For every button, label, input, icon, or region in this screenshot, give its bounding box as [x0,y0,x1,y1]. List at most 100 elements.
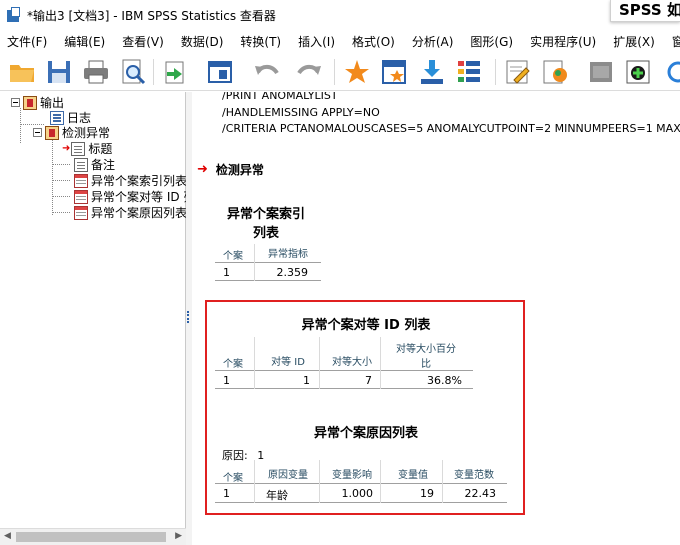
tree-node-title[interactable]: ➜ 标题 [62,141,112,156]
anomaly-index-table-title: 异常个案索引 列表 [216,203,316,241]
reason-label-line: 原因: 1 [222,447,264,463]
cell-case: 1 [223,266,230,279]
menu-graphs[interactable]: 图形(G) [463,33,523,50]
tree-node-notes[interactable]: 备注 [74,157,115,172]
save-icon[interactable] [45,58,73,86]
column-header: 对等 ID [271,357,305,368]
cell-reason-variable: 年龄 [266,489,288,502]
export-icon[interactable] [162,58,190,86]
insert-cases-icon[interactable] [418,58,446,86]
menu-bar: 文件(F) 编辑(E) 查看(V) 数据(D) 转换(T) 插入(I) 格式(O… [0,30,680,52]
tree-label-procedure: 检测异常 [62,126,111,140]
menu-insert[interactable]: 插入(I) [291,33,345,50]
popup-badge: SPSS 如 [610,0,680,22]
splitter-grip-icon [187,311,190,323]
cell-variable-value: 19 [420,487,434,500]
cell-case: 1 [223,374,230,387]
hide-icon[interactable] [587,58,615,86]
menu-transform[interactable]: 转换(T) [233,33,291,50]
print-preview-icon[interactable] [119,58,147,86]
tree-node-anomaly-reason[interactable]: 异常个案原因列表 [74,205,187,220]
table-icon [74,173,88,188]
syntax-line: /PRINT ANOMALYLIST [222,92,338,102]
table-icon [74,189,88,204]
current-item-arrow-icon: ➜ [197,162,208,177]
tree-node-anomaly-index[interactable]: 异常个案索引列表 [74,173,187,188]
scroll-right-arrow-icon[interactable]: ▶ [175,531,182,541]
cell-anomaly-index: 2.359 [276,266,309,279]
tree-label-title: 标题 [88,142,113,156]
current-item-arrow-icon: ➜ [62,143,71,154]
reason-table-title: 异常个案原因列表 [313,426,418,441]
column-header: 个案 [223,359,243,370]
scroll-left-arrow-icon[interactable]: ◀ [4,531,11,541]
designate-window-icon[interactable] [504,58,532,86]
tree-label-notes: 备注 [91,158,116,172]
cell-peer-pct: 36.8% [427,374,462,387]
tree-label-anomaly-index: 异常个案索引列表 [91,174,188,188]
insert-item-icon[interactable] [662,58,680,86]
output-content: /PRINT ANOMALYLIST /HANDLEMISSING APPLY=… [192,92,680,545]
menu-data[interactable]: 数据(D) [174,33,234,50]
spss-app-icon [6,7,22,23]
navigator-horizontal-scrollbar[interactable]: ◀ ▶ [0,528,186,545]
run-script-icon[interactable] [541,58,569,86]
tree-node-anomaly-peer[interactable]: 异常个案对等 ID 列 [74,189,195,204]
tree-label-output: 输出 [40,96,65,110]
goto-data-icon[interactable] [206,58,234,86]
cell-peer-size: 7 [365,374,372,387]
tree-node-detect-anomaly[interactable]: 检测异常 [33,125,110,140]
menu-extensions[interactable]: 扩展(X) [606,33,665,50]
menu-view[interactable]: 查看(V) [115,33,174,50]
procedure-book-icon [45,125,59,140]
notes-doc-icon [74,157,88,172]
menu-analyze[interactable]: 分析(A) [405,33,464,50]
column-header: 个案 [223,251,243,262]
scrollbar-thumb[interactable] [16,532,166,542]
syntax-line: /CRITERIA PCTANOMALOUSCASES=5 ANOMALYCUT… [222,122,680,135]
title-line: 异常个案索引 [226,207,305,222]
variable-list-icon[interactable] [455,58,483,86]
column-header: 异常指标 [268,249,308,260]
cell-variable-norm: 22.43 [464,487,497,500]
peer-id-table-title: 异常个案对等 ID 列表 [301,318,431,333]
tree-label-anomaly-peer: 异常个案对等 ID 列 [91,190,196,204]
goto-case-icon[interactable] [343,58,371,86]
collapse-toggle[interactable] [33,128,42,137]
log-icon [50,110,64,125]
column-header: 变量范数 [454,470,494,481]
print-icon[interactable] [82,58,110,86]
column-header: 对等大小 [332,357,372,368]
title-bar: *输出3 [文档3] - IBM SPSS Statistics 查看器 SPS… [0,0,680,30]
show-all-icon[interactable] [624,58,652,86]
column-header: 变量值 [398,470,428,481]
outline-navigator: 输出 日志 检测异常 ➜ 标题 备注 异常个案索引列表 异常个案对等 ID 列 … [0,92,195,545]
title-doc-icon [71,141,86,156]
cell-peer-id: 1 [303,374,310,387]
procedure-heading[interactable]: ➜ 检测异常 [197,161,264,178]
menu-utilities[interactable]: 实用程序(U) [523,33,606,50]
toolbar [0,53,680,91]
open-folder-icon[interactable] [8,58,36,86]
menu-file[interactable]: 文件(F) [0,33,57,50]
redo-icon[interactable] [295,58,323,86]
window-title: *输出3 [文档3] - IBM SPSS Statistics 查看器 [27,8,276,23]
column-header: 原因变量 [268,470,308,481]
menu-format[interactable]: 格式(O) [345,33,405,50]
output-book-icon [23,95,37,110]
reason-label: 原因: [222,449,248,462]
undo-icon[interactable] [253,58,281,86]
goto-variable-icon[interactable] [380,58,408,86]
cell-case: 1 [223,487,230,500]
menu-window[interactable]: 窗口 [665,33,680,50]
reason-value: 1 [257,449,265,462]
cell-variable-impact: 1.000 [341,487,374,500]
tree-label-anomaly-reason: 异常个案原因列表 [91,206,188,220]
tree-node-output[interactable]: 输出 [11,95,64,110]
header-line: 比 [421,359,431,370]
collapse-toggle[interactable] [11,98,20,107]
table-icon [74,205,88,220]
column-header: 对等大小百分 比 [382,340,470,370]
tree-node-log[interactable]: 日志 [50,110,91,125]
menu-edit[interactable]: 编辑(E) [57,33,115,50]
